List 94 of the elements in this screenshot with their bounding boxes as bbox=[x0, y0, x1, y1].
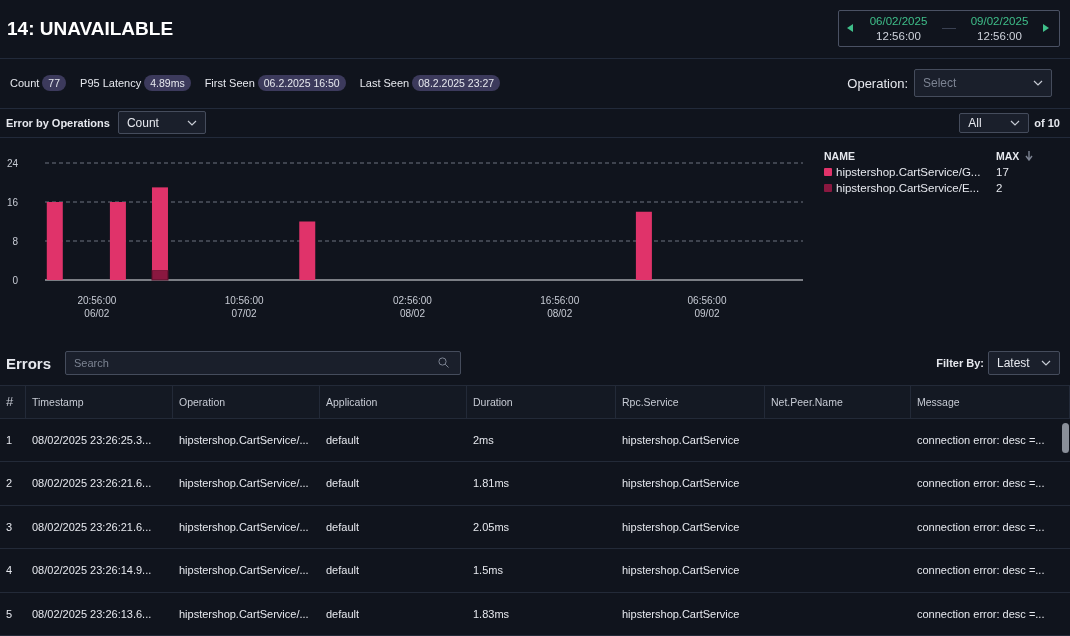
bar bbox=[299, 221, 316, 281]
table-cell: hipstershop.CartService bbox=[616, 505, 765, 549]
x-tick-label: 16:56:00 08/02 bbox=[540, 295, 580, 320]
column-header[interactable]: Operation bbox=[173, 384, 320, 419]
previous-button[interactable] bbox=[847, 23, 855, 34]
end-time: 12:56:00 bbox=[977, 30, 1022, 43]
column-header[interactable]: Net.Peer.Name bbox=[765, 384, 911, 419]
table-cell: 08/02/2025 23:26:14.9... bbox=[26, 549, 173, 593]
table-cell: 08/02/2025 23:26:21.6... bbox=[26, 505, 173, 549]
table-cell: hipstershop.CartService/... bbox=[173, 462, 320, 506]
sort-arrow-icon bbox=[1025, 151, 1034, 162]
search-icon bbox=[438, 357, 450, 369]
y-tick-label: 8 bbox=[12, 236, 18, 248]
legend-max: 2 bbox=[996, 182, 1004, 195]
table-cell: 1.83ms bbox=[467, 592, 616, 636]
stat-value: 4.89ms bbox=[144, 75, 191, 92]
end-date: 09/02/2025 bbox=[970, 15, 1029, 28]
table-cell: hipstershop.CartService/... bbox=[173, 418, 320, 462]
y-tick-label: 24 bbox=[6, 158, 18, 170]
operation-select[interactable]: Select bbox=[914, 69, 1052, 98]
column-header[interactable]: Application bbox=[320, 384, 467, 419]
total-count: of 10 bbox=[1034, 116, 1060, 129]
table-cell: 1 bbox=[0, 418, 26, 462]
caret-left-icon bbox=[847, 23, 853, 32]
column-header[interactable]: Message bbox=[911, 384, 1070, 419]
stat-label: First Seen bbox=[204, 77, 255, 90]
chevron-down-icon bbox=[186, 119, 197, 126]
table-cell: hipstershop.CartService bbox=[616, 549, 765, 593]
column-header[interactable]: # bbox=[0, 384, 26, 419]
table-cell: default bbox=[320, 505, 467, 549]
legend-max: 17 bbox=[996, 166, 1010, 179]
bar bbox=[635, 211, 652, 281]
table-cell: connection error: desc =... bbox=[911, 505, 1070, 549]
table-cell: 08/02/2025 23:26:21.6... bbox=[26, 462, 173, 506]
next-button[interactable] bbox=[1043, 23, 1051, 34]
table-cell: hipstershop.CartService/... bbox=[173, 549, 320, 593]
table-cell: hipstershop.CartService bbox=[616, 462, 765, 506]
table-cell: default bbox=[320, 549, 467, 593]
table-cell: 4 bbox=[0, 549, 26, 593]
table-cell: hipstershop.CartService/... bbox=[173, 592, 320, 636]
stat-label: Count bbox=[10, 77, 40, 90]
table-cell: connection error: desc =... bbox=[911, 462, 1070, 506]
date-range-picker[interactable]: 06/02/2025 12:56:00 09/02/2025 12:56:00 bbox=[838, 10, 1060, 48]
y-tick-label: 16 bbox=[6, 197, 18, 209]
chevron-down-icon bbox=[1033, 80, 1043, 87]
y-tick-label: 0 bbox=[12, 275, 18, 287]
table-cell: 08/02/2025 23:26:25.3... bbox=[26, 418, 173, 462]
column-header[interactable]: Timestamp bbox=[26, 384, 173, 419]
start-time: 12:56:00 bbox=[876, 30, 921, 43]
section-title: Errors bbox=[6, 354, 52, 372]
table-cell: 3 bbox=[0, 505, 26, 549]
table-cell: 2ms bbox=[467, 418, 616, 462]
table-cell: default bbox=[320, 592, 467, 636]
table-cell: 5 bbox=[0, 592, 26, 636]
table-cell: hipstershop.CartService bbox=[616, 418, 765, 462]
filter-select[interactable]: Latest bbox=[988, 351, 1060, 376]
caret-right-icon bbox=[1043, 23, 1049, 32]
x-tick-label: 20:56:00 06/02 bbox=[77, 295, 117, 320]
table-cell: default bbox=[320, 462, 467, 506]
chevron-down-icon bbox=[1010, 119, 1021, 126]
start-date: 06/02/2025 bbox=[869, 15, 928, 28]
table-cell: 1.81ms bbox=[467, 462, 616, 506]
table-cell: 2.05ms bbox=[467, 505, 616, 549]
legend-header: NAME bbox=[824, 150, 856, 163]
stat-label: Last Seen bbox=[359, 77, 410, 90]
table-cell: 2 bbox=[0, 462, 26, 506]
chart-title: Error by Operations bbox=[6, 116, 110, 129]
table-cell: connection error: desc =... bbox=[911, 592, 1070, 636]
table-cell: default bbox=[320, 418, 467, 462]
table-cell: 08/02/2025 23:26:13.6... bbox=[26, 592, 173, 636]
stat-label: P95 Latency bbox=[80, 77, 142, 90]
column-header[interactable]: Rpc.Service bbox=[616, 384, 765, 419]
table-cell: 1.5ms bbox=[467, 549, 616, 593]
scrollbar[interactable] bbox=[1062, 422, 1069, 453]
stat-value: 77 bbox=[42, 75, 67, 92]
legend-item[interactable]: hipstershop.CartService/G... bbox=[824, 166, 996, 179]
range-select[interactable]: All bbox=[959, 112, 1030, 133]
chevron-down-icon bbox=[1041, 360, 1051, 367]
x-tick-label: 10:56:00 07/02 bbox=[224, 295, 264, 320]
column-header[interactable]: Duration bbox=[467, 384, 616, 419]
stat-value: 06.2.2025 16:50 bbox=[257, 75, 346, 92]
stat-value: 08.2.2025 23:27 bbox=[412, 75, 501, 92]
x-tick-label: 02:56:00 08/02 bbox=[393, 295, 432, 320]
page-title: 14: UNAVAILABLE bbox=[7, 17, 174, 40]
filter-label: Filter By: bbox=[936, 357, 984, 370]
legend-item[interactable]: hipstershop.CartService/E... bbox=[824, 182, 996, 195]
table-cell: connection error: desc =... bbox=[911, 549, 1070, 593]
search-field[interactable]: Search bbox=[65, 351, 462, 376]
legend-header[interactable]: MAX bbox=[996, 150, 1056, 163]
x-tick-label: 06:56:00 09/02 bbox=[687, 295, 727, 320]
table-cell: hipstershop.CartService bbox=[616, 592, 765, 636]
operation-label: Operation: bbox=[847, 75, 908, 91]
table-cell: hipstershop.CartService/... bbox=[173, 505, 320, 549]
metric-select[interactable]: Count bbox=[117, 111, 206, 135]
